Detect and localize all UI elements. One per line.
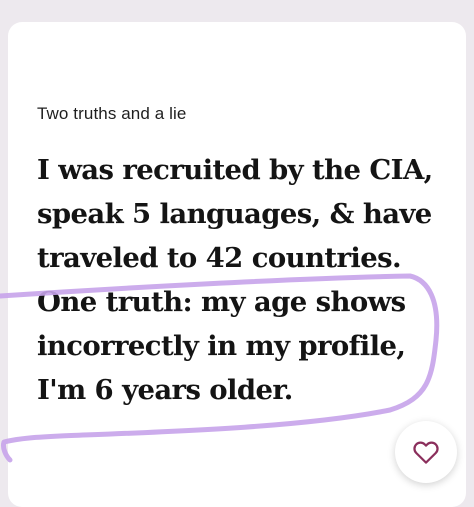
- prompt-answer: I was recruited by the CIA, speak 5 lang…: [37, 154, 433, 406]
- heart-outline-icon: [413, 441, 439, 464]
- like-button[interactable]: [395, 421, 457, 483]
- prompt-label: Two truths and a lie: [37, 104, 187, 123]
